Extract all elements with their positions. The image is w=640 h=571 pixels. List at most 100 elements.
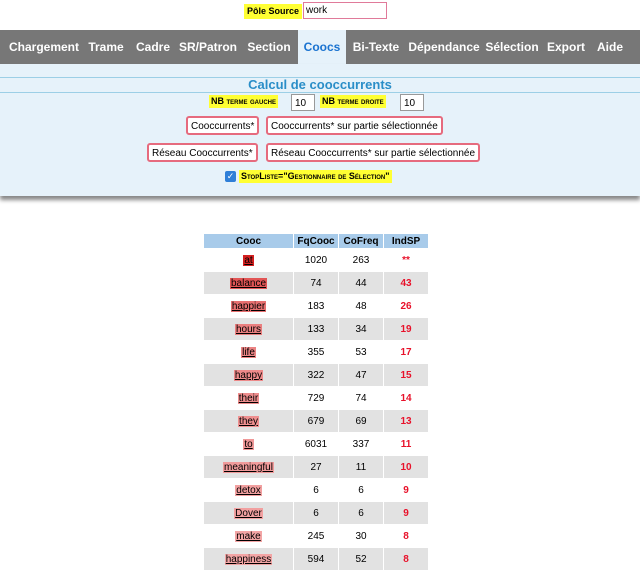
indsp-cell: 9 [384,502,428,524]
divider [0,92,640,93]
cofreq-cell: 48 [339,295,383,317]
nav-item-cadre[interactable]: Cadre [131,30,175,64]
fqcooc-cell: 133 [294,318,338,340]
fqcooc-cell: 594 [294,548,338,570]
stoplist-label: StopListe="Gestionnaire de Sélection" [239,170,392,183]
cooc-word-link[interactable]: meaningful [223,461,274,473]
stoplist-checkbox[interactable]: ✓ [225,171,236,182]
cooc-word-link[interactable]: their [237,392,260,404]
indsp-cell: ** [384,249,428,271]
nav-item-sr-patron[interactable]: SR/Patron [175,30,241,64]
cooc-word-link[interactable]: make [235,530,262,542]
table-row: hours 133 34 19 [204,318,428,340]
nav-item-coocs[interactable]: Coocs [298,30,346,64]
nav-item-chargement[interactable]: Chargement [4,30,84,64]
cooc-word-link[interactable]: life [241,346,256,358]
cooc-word-cell: meaningful [204,456,293,478]
table-row: happy 322 47 15 [204,364,428,386]
left-terms-label: NB terme gauche [209,95,279,108]
indsp-cell: 8 [384,548,428,570]
header-cooc: Cooc [204,234,293,248]
cooc-word-link[interactable]: at [243,254,254,266]
source-pole-label: Pôle Source [244,4,303,19]
cooc-word-cell: balance [204,272,293,294]
cooc-word-cell: detox [204,479,293,501]
cooc-word-link[interactable]: balance [229,277,268,289]
cooc-word-link[interactable]: hours [234,323,262,335]
fqcooc-cell: 74 [294,272,338,294]
left-terms-input[interactable]: 10 [291,94,315,111]
nav-item-d-pendance[interactable]: Dépendance [406,30,482,64]
cooc-word-cell: make [204,525,293,547]
cooc-word-link[interactable]: Dover [234,507,263,519]
main-nav: Chargement Trame Cadre SR/Patron Section Cooc… [0,30,640,64]
cooc-word-cell: happier [204,295,293,317]
fqcooc-cell: 245 [294,525,338,547]
source-pole-input[interactable]: work [303,2,387,19]
table-row: detox 6 6 9 [204,479,428,501]
header-cofreq: CoFreq [339,234,383,248]
network-cooccurrents-selection-button[interactable]: Réseau Cooccurrents* sur partie sélectio… [266,143,480,162]
panel-title: Calcul de cooccurrents [248,77,392,92]
indsp-cell: 26 [384,295,428,317]
cooc-word-cell: hours [204,318,293,340]
cooc-word-cell: Dover [204,502,293,524]
cooc-word-link[interactable]: happier [230,300,267,312]
indsp-cell: 10 [384,456,428,478]
cofreq-cell: 52 [339,548,383,570]
cooccurrents-selection-button[interactable]: Cooccurrents* sur partie sélectionnée [266,116,443,135]
table-row: make 245 30 8 [204,525,428,547]
fqcooc-cell: 6 [294,502,338,524]
cofreq-cell: 30 [339,525,383,547]
nav-item-export[interactable]: Export [542,30,590,64]
nav-item-trame[interactable]: Trame [81,30,131,64]
cofreq-cell: 337 [339,433,383,455]
header-fqcooc: FqCooc [294,234,338,248]
indsp-cell: 8 [384,525,428,547]
cofreq-cell: 74 [339,387,383,409]
table-header-row: Cooc FqCooc CoFreq IndSP [204,234,428,248]
header-indsp: IndSP [384,234,428,248]
cooc-word-link[interactable]: happy [233,369,264,381]
cooc-word-link[interactable]: happiness [224,553,273,565]
top-bar: Pôle Source work [0,0,640,23]
cofreq-cell: 53 [339,341,383,363]
table-row: life 355 53 17 [204,341,428,363]
cooc-word-link[interactable]: they [238,415,259,427]
nav-item-bi-texte[interactable]: Bi-Texte [346,30,406,64]
right-terms-label: NB terme droite [320,95,386,108]
cooc-table: Cooc FqCooc CoFreq IndSP at 1020 263 ** bala… [203,233,429,571]
right-terms-input[interactable]: 10 [400,94,424,111]
cooc-word-cell: at [204,249,293,271]
indsp-cell: 19 [384,318,428,340]
fqcooc-cell: 1020 [294,249,338,271]
fqcooc-cell: 679 [294,410,338,432]
cofreq-cell: 11 [339,456,383,478]
cooc-word-cell: their [204,387,293,409]
table-row: balance 74 44 43 [204,272,428,294]
network-cooccurrents-button[interactable]: Réseau Cooccurrents* [147,143,258,162]
cooc-word-cell: to [204,433,293,455]
cooc-word-link[interactable]: detox [235,484,262,496]
indsp-cell: 17 [384,341,428,363]
nav-item-section[interactable]: Section [241,30,297,64]
table-row: at 1020 263 ** [204,249,428,271]
table-row: meaningful 27 11 10 [204,456,428,478]
nav-item-s-lection[interactable]: Sélection [482,30,542,64]
cofreq-cell: 34 [339,318,383,340]
cofreq-cell: 6 [339,502,383,524]
cooc-word-link[interactable]: to [243,438,254,450]
fqcooc-cell: 355 [294,341,338,363]
indsp-cell: 14 [384,387,428,409]
cooc-word-cell: happy [204,364,293,386]
table-row: Dover 6 6 9 [204,502,428,524]
fqcooc-cell: 729 [294,387,338,409]
cooccurrents-button[interactable]: Cooccurrents* [186,116,260,135]
fqcooc-cell: 322 [294,364,338,386]
cooc-word-cell: happiness [204,548,293,570]
cofreq-cell: 47 [339,364,383,386]
cofreq-cell: 44 [339,272,383,294]
indsp-cell: 15 [384,364,428,386]
table-row: happier 183 48 26 [204,295,428,317]
nav-item-aide[interactable]: Aide [590,30,630,64]
